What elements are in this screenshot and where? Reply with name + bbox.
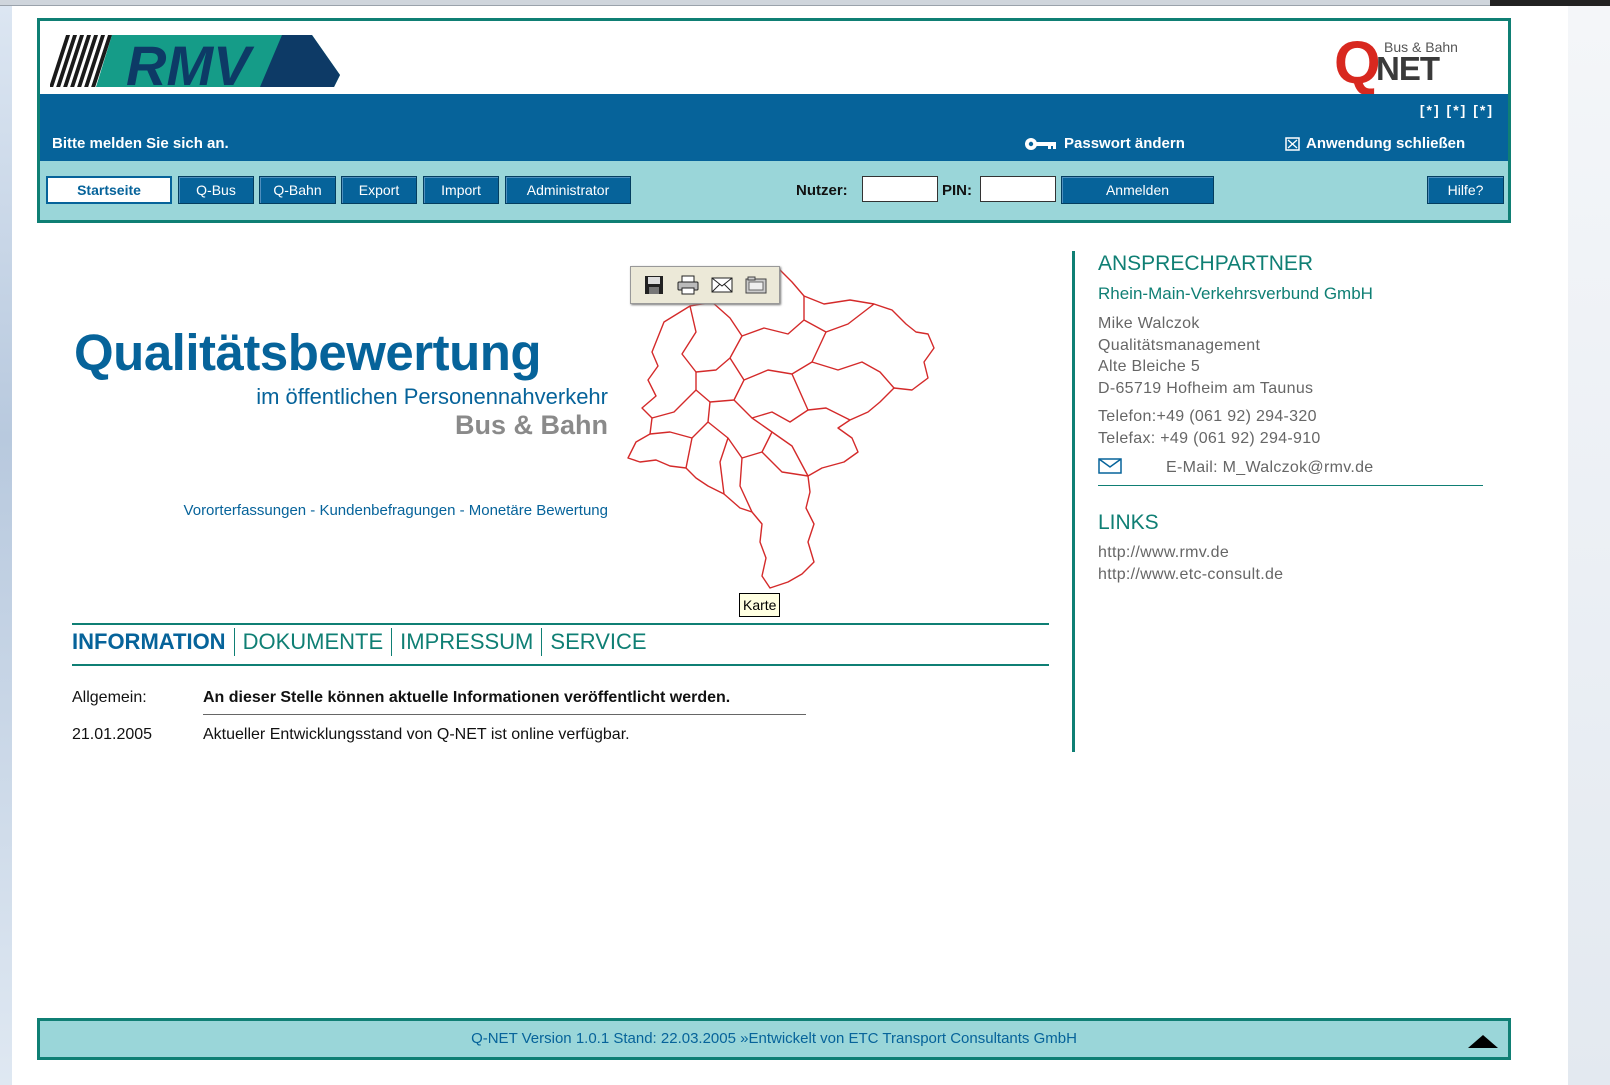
nav-import[interactable]: Import: [423, 176, 499, 204]
nav-q-bahn[interactable]: Q-Bahn: [259, 176, 336, 204]
user-label: Nutzer:: [796, 182, 848, 199]
page-subtitle: im öffentlichen Personennahverkehr: [256, 384, 608, 409]
link-rmv[interactable]: http://www.rmv.de: [1098, 542, 1229, 563]
info-text-allgemein: An dieser Stelle können aktuelle Informa…: [203, 689, 731, 706]
link-etc-consult[interactable]: http://www.etc-consult.de: [1098, 564, 1283, 585]
folder-icon[interactable]: [744, 273, 768, 297]
nav-startseite[interactable]: Startseite: [46, 176, 172, 204]
tab-dokumente[interactable]: DOKUMENTE: [243, 624, 384, 660]
footer-text: Q-NET Version 1.0.1 Stand: 22.03.2005 »E…: [471, 1030, 1077, 1047]
scrollbar-area[interactable]: [1568, 6, 1610, 1085]
help-button[interactable]: Hilfe?: [1427, 176, 1504, 204]
rmv-logo: RMV: [50, 34, 340, 91]
user-input[interactable]: [862, 176, 938, 202]
mail-icon[interactable]: [1098, 458, 1122, 479]
contact-department: Qualitätsmanagement: [1098, 337, 1261, 354]
pin-label: PIN:: [942, 182, 972, 199]
contact-email-link[interactable]: E-Mail: M_Walczok@rmv.de: [1166, 457, 1373, 478]
login-message: Bitte melden Sie sich an.: [52, 135, 229, 152]
page: RMV Q Bus & Bahn NET [*] [*] [*] Bitte m…: [12, 6, 1568, 1085]
contact-fax: Telefax: +49 (061 92) 294-910: [1098, 430, 1321, 447]
contact-rule: [1098, 485, 1483, 486]
map-toolbar: [630, 266, 780, 304]
nav-bar: Startseite Q-Bus Q-Bahn Export Import Ad…: [40, 161, 1508, 220]
password-change-link[interactable]: Passwort ändern: [1024, 135, 1185, 153]
page-title: Qualitätsbewertung: [74, 324, 542, 381]
region-map[interactable]: [612, 262, 942, 602]
key-icon: [1025, 138, 1056, 150]
links-heading: LINKS: [1098, 511, 1159, 534]
print-icon[interactable]: [676, 273, 700, 297]
info-label-allgemein: Allgemein:: [72, 689, 147, 706]
nav-administrator[interactable]: Administrator: [505, 176, 631, 204]
login-button[interactable]: Anmelden: [1061, 176, 1214, 204]
page-tagline: Vororterfassungen - Kundenbefragungen - …: [183, 502, 608, 519]
info-news-text: Aktueller Entwicklungsstand von Q-NET is…: [203, 726, 630, 743]
contact-organisation: Rhein-Main-Verkehrsverbund GmbH: [1098, 284, 1373, 303]
contact-street: Alte Bleiche 5: [1098, 358, 1201, 375]
nav-q-bus[interactable]: Q-Bus: [178, 176, 254, 204]
header-bar: [*] [*] [*] Bitte melden Sie sich an. Pa…: [40, 94, 1508, 161]
scroll-top-icon[interactable]: [1468, 1035, 1498, 1048]
contact-phone: Telefon:+49 (061 92) 294-320: [1098, 408, 1317, 425]
header-frame: RMV Q Bus & Bahn NET [*] [*] [*] Bitte m…: [37, 18, 1511, 223]
tab-divider: [233, 628, 235, 656]
svg-text:RMV: RMV: [126, 34, 255, 91]
window-links[interactable]: [*] [*] [*]: [1420, 102, 1494, 118]
nav-export[interactable]: Export: [341, 176, 417, 204]
qnet-logo: Q Bus & Bahn NET: [1334, 29, 1458, 96]
close-app-link[interactable]: Anwendung schließen: [1285, 135, 1465, 153]
tabs-bottom-rule: [72, 664, 1049, 666]
info-divider: [203, 714, 806, 715]
column-divider: [1072, 251, 1075, 752]
tab-divider: [391, 628, 393, 656]
close-box-icon: [1285, 137, 1300, 151]
contact-name: Mike Walczok: [1098, 315, 1200, 332]
content-tabs: INFORMATION DOKUMENTE IMPRESSUM SERVICE: [72, 624, 647, 660]
tab-service[interactable]: SERVICE: [550, 624, 646, 660]
tab-impressum[interactable]: IMPRESSUM: [400, 624, 533, 660]
pin-input[interactable]: [980, 176, 1056, 202]
footer: Q-NET Version 1.0.1 Stand: 22.03.2005 »E…: [37, 1018, 1511, 1060]
bus-bahn-label: Bus & Bahn: [454, 410, 608, 440]
save-icon[interactable]: [642, 273, 666, 297]
tab-divider: [541, 628, 543, 656]
info-date: 21.01.2005: [72, 726, 153, 743]
contact-city: D-65719 Hofheim am Taunus: [1098, 380, 1314, 397]
map-tooltip: Karte: [739, 593, 781, 617]
contact-heading: ANSPRECHPARTNER: [1098, 252, 1314, 275]
desktop-background-left: [0, 6, 12, 1085]
mail-icon[interactable]: [710, 273, 734, 297]
tab-information[interactable]: INFORMATION: [72, 624, 226, 660]
